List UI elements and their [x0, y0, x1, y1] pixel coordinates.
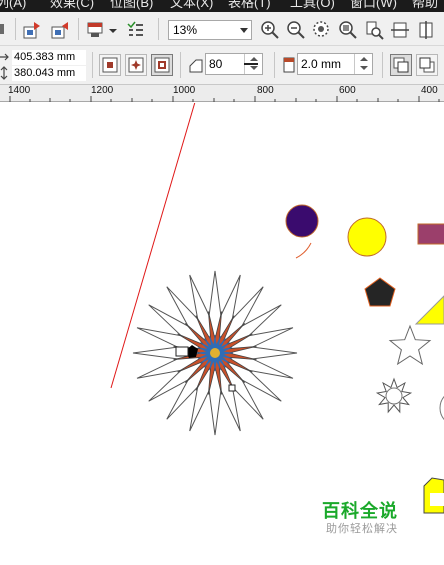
- star-mode-icon: [128, 57, 144, 73]
- to-front-button[interactable]: [390, 54, 412, 76]
- publish-pdf-icon[interactable]: [85, 20, 105, 40]
- export-icon[interactable]: [50, 20, 70, 40]
- cursor-bar: [244, 63, 258, 65]
- star-mode-button[interactable]: [125, 54, 147, 76]
- menu-bitmaps[interactable]: 位图(B): [110, 0, 153, 11]
- node-handle[interactable]: [175, 346, 189, 357]
- complex-star-mode-icon: [154, 57, 170, 73]
- menu-window[interactable]: 窗口(W): [350, 0, 397, 11]
- node-handle[interactable]: [228, 384, 236, 392]
- complex-star-center: [210, 348, 220, 358]
- property-bar: 405.383 mm 380.043 mm 80 2.0 mm: [0, 46, 444, 85]
- toolbar-separator: [78, 18, 79, 40]
- y-position-icon: [0, 66, 10, 80]
- zoom-page-width-icon[interactable]: [390, 20, 410, 40]
- ruler-label: 400: [421, 85, 438, 96]
- zoom-level-select[interactable]: 13%: [168, 20, 252, 40]
- toolbar-separator: [382, 52, 383, 78]
- polygon-mode-button[interactable]: [99, 54, 121, 76]
- menu-arrange[interactable]: 列(A): [0, 0, 26, 11]
- canvas-artwork: [110, 103, 444, 514]
- small-star-center: [385, 387, 403, 405]
- toolbar-separator: [15, 18, 16, 40]
- toolbar-separator: [180, 52, 181, 78]
- points-count-icon: [188, 56, 204, 74]
- ruler-label: 1000: [173, 85, 196, 96]
- horizontal-ruler[interactable]: 1400 1200 1000 800 600 400: [0, 85, 444, 102]
- import-icon[interactable]: [22, 20, 42, 40]
- zoom-page-height-icon[interactable]: [416, 20, 436, 40]
- yellow-arrow-inner: [430, 493, 444, 506]
- toolbar-separator: [158, 18, 159, 40]
- watermark-subtitle: 助你轻松解决: [326, 522, 398, 535]
- menu-effects[interactable]: 效果(C): [50, 0, 94, 11]
- black-pentagon[interactable]: [364, 277, 396, 307]
- standard-toolbar: 13%: [0, 12, 444, 46]
- outline-width-field[interactable]: 2.0 mm: [297, 53, 373, 75]
- menu-table[interactable]: 表格(T): [228, 0, 271, 11]
- zoom-all-objects-icon[interactable]: [338, 20, 358, 40]
- zoom-page-icon[interactable]: [364, 20, 384, 40]
- menu-help[interactable]: 帮助: [412, 0, 438, 11]
- drawing-canvas[interactable]: [0, 103, 444, 565]
- zoom-out-icon[interactable]: [286, 20, 306, 40]
- ruler-label: 800: [257, 85, 274, 96]
- outline-star[interactable]: [388, 324, 432, 366]
- orange-arc[interactable]: [295, 242, 312, 259]
- to-front-icon: [393, 57, 409, 73]
- zoom-in-icon[interactable]: [260, 20, 280, 40]
- chevron-down-icon[interactable]: [108, 26, 118, 36]
- polygon-mode-icon: [102, 57, 118, 73]
- to-back-button[interactable]: [416, 54, 438, 76]
- to-back-icon: [419, 57, 435, 73]
- toolbar-separator: [92, 52, 93, 78]
- zoom-level-value: 13%: [173, 23, 198, 37]
- toolbar-separator: [274, 52, 275, 78]
- options-list-icon[interactable]: [125, 20, 145, 40]
- menu-bar: 列(A) 效果(C) 位图(B) 文本(X) 表格(T) 工具(O) 窗口(W)…: [0, 0, 444, 12]
- complex-star-mode-button[interactable]: [151, 54, 173, 76]
- zoom-selected-icon[interactable]: [312, 20, 332, 40]
- yellow-triangle[interactable]: [414, 295, 444, 325]
- stepper-down-icon[interactable]: [360, 66, 368, 70]
- ruler-label: 1200: [91, 85, 114, 96]
- stepper-up-icon[interactable]: [250, 57, 258, 61]
- ruler-ticks: [9, 96, 440, 102]
- x-position-icon: [0, 50, 10, 64]
- outline-width-value: 2.0 mm: [301, 57, 342, 71]
- chevron-down-icon[interactable]: [240, 28, 248, 33]
- points-count-value: 80: [209, 57, 223, 71]
- ruler-label: 1400: [8, 85, 31, 96]
- outline-width-icon: [282, 56, 296, 74]
- partial-circle[interactable]: [439, 390, 444, 426]
- magenta-rectangle[interactable]: [417, 223, 444, 245]
- y-position-field[interactable]: 380.043 mm: [12, 66, 86, 81]
- menu-tools[interactable]: 工具(O): [290, 0, 335, 11]
- yellow-circle[interactable]: [347, 217, 387, 257]
- menu-text[interactable]: 文本(X): [170, 0, 213, 11]
- complex-star[interactable]: [132, 270, 298, 436]
- toolbar-edge-icon: [0, 22, 6, 36]
- x-position-field[interactable]: 405.383 mm: [12, 50, 86, 65]
- ruler-label: 600: [339, 85, 356, 96]
- stepper-down-icon[interactable]: [250, 66, 258, 70]
- stepper-up-icon[interactable]: [360, 57, 368, 61]
- purple-circle[interactable]: [285, 204, 319, 238]
- stepper-buttons[interactable]: [354, 54, 372, 74]
